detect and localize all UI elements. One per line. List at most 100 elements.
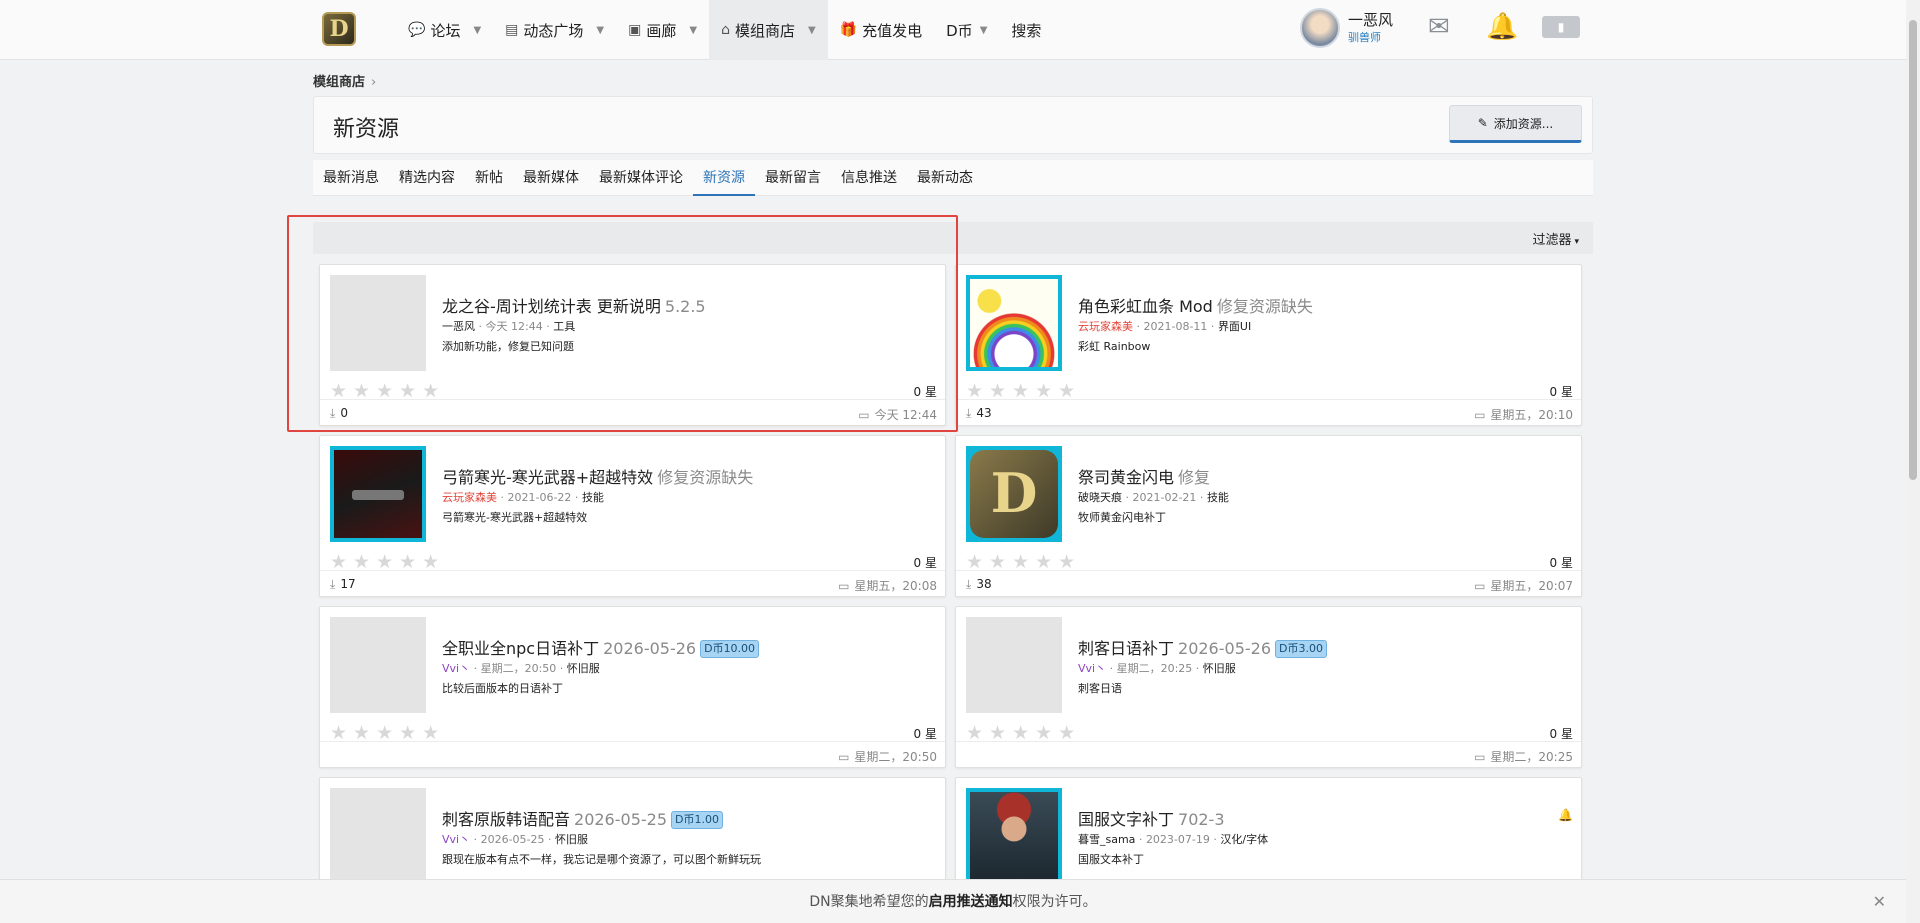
resource-category[interactable]: 界面UI xyxy=(1218,320,1251,333)
tab-latest-media[interactable]: 最新媒体 xyxy=(513,160,589,196)
chevron-down-icon[interactable]: ▼ xyxy=(473,25,481,36)
tab-latest-news[interactable]: 最新消息 xyxy=(313,160,389,196)
nav-dcoin[interactable]: D币 ▼ xyxy=(934,0,999,60)
page-scrollbar[interactable] xyxy=(1906,0,1920,923)
resource-author[interactable]: 云玩家森美 xyxy=(1078,320,1133,333)
download-count-value: 0 xyxy=(340,406,348,420)
resource-date: 2021-06-22 xyxy=(507,491,572,504)
chevron-down-icon[interactable]: ▼ xyxy=(596,25,604,36)
scrollbar-thumb[interactable] xyxy=(1909,20,1917,480)
resource-category[interactable]: 技能 xyxy=(582,491,604,504)
tab-news-feed[interactable]: 信息推送 xyxy=(831,160,907,196)
add-resource-button[interactable]: ✎ 添加资源... xyxy=(1449,105,1582,143)
resource-title[interactable]: 刺客原版韩语配音 2026-05-25 D币1.00 xyxy=(442,806,723,830)
updated-time: ▭ 今天 12:44 xyxy=(858,406,937,423)
resource-category[interactable]: 怀旧服 xyxy=(567,662,600,675)
resource-author[interactable]: 一恶风 xyxy=(442,320,475,333)
tab-new-resources[interactable]: 新资源 xyxy=(693,160,755,196)
resource-version: 5.2.5 xyxy=(664,297,706,316)
rating-count: 0 星 xyxy=(1549,556,1573,570)
resource-thumbnail[interactable]: D xyxy=(966,446,1062,542)
user-menu[interactable]: 一恶风 驯兽师 xyxy=(1300,8,1393,48)
resource-thumbnail[interactable] xyxy=(330,275,426,371)
updated-time: ▭ 星期二，20:25 xyxy=(1474,748,1573,765)
tab-media-comments[interactable]: 最新媒体评论 xyxy=(589,160,693,196)
resource-title[interactable]: 龙之谷-周计划统计表 更新说明 5.2.5 xyxy=(442,293,706,317)
tab-new-posts[interactable]: 新帖 xyxy=(465,160,513,196)
resource-card[interactable]: 全职业全npc日语补丁 2026-05-26 D币10.00 Vvi丶 · 星期二，… xyxy=(319,606,946,768)
rating-count: 0 星 xyxy=(1549,727,1573,741)
whats-new-tabs: 最新消息 精选内容 新帖 最新媒体 最新媒体评论 新资源 最新留言 信息推送 最… xyxy=(313,160,1593,196)
resource-category[interactable]: 怀旧服 xyxy=(555,833,588,846)
tab-featured[interactable]: 精选内容 xyxy=(389,160,465,196)
nav-feed[interactable]: ▤ 动态广场 ▼ xyxy=(493,0,616,60)
calendar-icon: ▭ xyxy=(1474,750,1486,764)
resource-footer: ⤓ 38 ▭ 星期五，20:07 xyxy=(956,570,1581,597)
nav-recharge[interactable]: 🎁 充值发电 xyxy=(828,0,934,60)
resource-author[interactable]: 云玩家森美 xyxy=(442,491,497,504)
resource-category[interactable]: 技能 xyxy=(1207,491,1229,504)
wallet-icon[interactable]: ▮ xyxy=(1542,16,1580,38)
resource-title[interactable]: 国服文字补丁 702-3 xyxy=(1078,806,1225,830)
resource-category[interactable]: 怀旧服 xyxy=(1203,662,1236,675)
weapon-image xyxy=(334,450,422,538)
resource-version: 702-3 xyxy=(1178,810,1225,829)
resource-category[interactable]: 工具 xyxy=(553,320,575,333)
nav-forum[interactable]: 💬 论坛 ▼ xyxy=(396,0,493,60)
nav-mod-store[interactable]: ⌂ 模组商店 ▼ xyxy=(709,0,828,60)
resource-thumbnail[interactable] xyxy=(966,788,1062,884)
breadcrumb-item[interactable]: 模组商店 xyxy=(313,75,365,90)
resource-description: 刺客日语 xyxy=(1078,682,1122,695)
resource-author[interactable]: Vvi丶 xyxy=(442,833,470,846)
tab-latest-comments[interactable]: 最新留言 xyxy=(755,160,831,196)
resource-thumbnail[interactable] xyxy=(330,788,426,884)
resource-title[interactable]: 弓箭寒光-寒光武器+超越特效 修复资源缺失 xyxy=(442,464,753,488)
nav-gallery[interactable]: ▣ 画廊 ▼ xyxy=(616,0,709,60)
nav-label: D币 xyxy=(946,21,973,40)
rating-count: 0 星 xyxy=(913,556,937,570)
resource-author[interactable]: 破晓天痕 xyxy=(1078,491,1122,504)
resource-category[interactable]: 汉化/字体 xyxy=(1220,833,1268,846)
nav-search[interactable]: 搜索 xyxy=(999,0,1053,60)
avatar[interactable] xyxy=(1300,8,1340,48)
resource-thumbnail[interactable] xyxy=(966,617,1062,713)
bell-icon[interactable]: 🔔 xyxy=(1486,12,1518,42)
resource-thumbnail[interactable] xyxy=(330,617,426,713)
resource-footer: ▭ 星期二，20:50 xyxy=(320,741,945,768)
resource-card[interactable]: 角色彩虹血条 Mod 修复资源缺失 云玩家森美 · 2021-08-11 · 界面… xyxy=(955,264,1582,426)
resource-title-text: 刺客日语补丁 xyxy=(1078,639,1175,658)
resource-card[interactable]: 弓箭寒光-寒光武器+超越特效 修复资源缺失 云玩家森美 · 2021-06-22 … xyxy=(319,435,946,597)
resource-version: 修复 xyxy=(1178,468,1211,487)
filter-label: 过滤器 xyxy=(1532,233,1572,248)
chevron-down-icon[interactable]: ▼ xyxy=(808,25,816,36)
resource-author[interactable]: Vvi丶 xyxy=(442,662,470,675)
resource-card[interactable]: 刺客日语补丁 2026-05-26 D币3.00 Vvi丶 · 星期二，20:25 … xyxy=(955,606,1582,768)
price-badge: D币3.00 xyxy=(1275,640,1327,658)
chevron-down-icon[interactable]: ▼ xyxy=(980,25,988,36)
resource-date: 星期二，20:50 xyxy=(480,662,557,675)
watch-bell-icon[interactable]: 🔔 xyxy=(1558,808,1573,822)
resource-title[interactable]: 祭司黄金闪电 修复 xyxy=(1078,464,1210,488)
resource-meta: 暮雪_sama · 2023-07-19 · 汉化/字体 xyxy=(1078,833,1269,846)
resource-version: 修复资源缺失 xyxy=(657,468,754,487)
top-bar: D 💬 论坛 ▼ ▤ 动态广场 ▼ ▣ 画廊 ▼ ⌂ 模组商店 ▼ 🎁 充值发电 D币 ▼ 搜索 一… xyxy=(0,0,1920,60)
resource-thumbnail[interactable] xyxy=(330,446,426,542)
resource-title[interactable]: 角色彩虹血条 Mod 修复资源缺失 xyxy=(1078,293,1313,317)
resource-thumbnail[interactable] xyxy=(966,275,1062,371)
resource-author[interactable]: Vvi丶 xyxy=(1078,662,1106,675)
resource-title[interactable]: 全职业全npc日语补丁 2026-05-26 D币10.00 xyxy=(442,635,760,659)
close-icon[interactable]: ✕ xyxy=(1873,880,1886,923)
site-logo[interactable]: D xyxy=(322,12,356,46)
resource-card[interactable]: 龙之谷-周计划统计表 更新说明 5.2.5 一恶风 · 今天 12:44 · 工具… xyxy=(319,264,946,426)
enable-push-link[interactable]: 启用推送通知 xyxy=(929,894,1013,910)
resource-card[interactable]: D 祭司黄金闪电 修复 破晓天痕 · 2021-02-21 · 技能 牧师黄金闪电… xyxy=(955,435,1582,597)
character-image xyxy=(970,792,1058,880)
tab-latest-activity[interactable]: 最新动态 xyxy=(907,160,983,196)
resource-meta: 云玩家森美 · 2021-06-22 · 技能 xyxy=(442,491,604,504)
chevron-down-icon[interactable]: ▼ xyxy=(689,25,697,36)
filter-dropdown[interactable]: 过滤器 ▾ xyxy=(1532,229,1579,248)
resource-title[interactable]: 刺客日语补丁 2026-05-26 D币3.00 xyxy=(1078,635,1327,659)
resource-title-text: 弓箭寒光-寒光武器+超越特效 xyxy=(442,468,654,487)
mail-icon[interactable]: ✉ xyxy=(1428,12,1450,42)
resource-author[interactable]: 暮雪_sama xyxy=(1078,833,1135,846)
